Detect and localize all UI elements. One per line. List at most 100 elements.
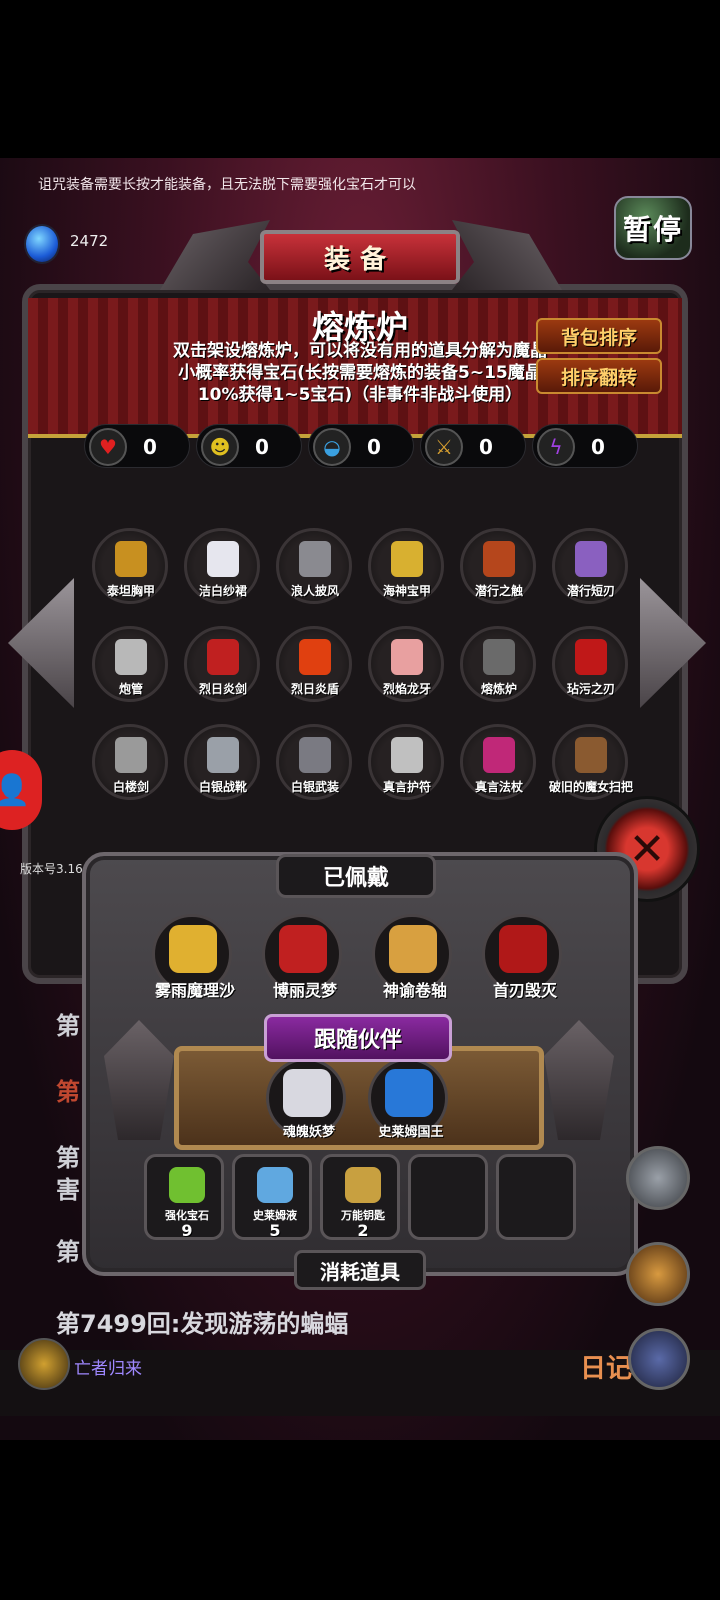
inventory-item[interactable]: 炮管 [92,626,168,702]
heart-icon: ♥ [89,428,127,466]
boots-icon [207,737,239,773]
pause-button[interactable]: 暂停 [614,196,692,260]
empty-slot[interactable] [496,1154,576,1240]
worn-slot[interactable]: 首刃毁灭 [482,914,562,1000]
background-log-fragment: 第 [56,1144,80,1172]
knight-helmet-button[interactable] [626,1146,690,1210]
item-name: 烈焰龙牙 [382,682,431,696]
fang-icon [391,639,423,675]
item-name: 泰坦胸甲 [106,584,155,598]
stat-strength: ☻ 0 [196,424,302,468]
companion-name: 魂魄妖梦 [282,1125,335,1140]
inventory-item[interactable]: 烈焰龙牙 [368,626,444,702]
reimu-icon [279,925,327,973]
user-icon: 👤 [0,772,31,808]
gold-vest-icon [391,541,423,577]
companion-slot[interactable]: 史莱姆国王 [368,1058,448,1140]
worn-slot[interactable]: 博丽灵梦 [262,914,342,1000]
item-name: 破旧的魔女扫把 [548,780,633,794]
inventory-item[interactable]: 真言护符 [368,724,444,800]
youmu-icon [283,1069,331,1117]
stat-defense: ◒ 0 [308,424,414,468]
pause-label: 暂停 [622,213,683,246]
worn-slot-name: 神谕卷轴 [382,981,447,1000]
returner-avatar[interactable] [18,1338,70,1390]
reverse-sort-button[interactable]: 排序翻转 [536,358,662,394]
inventory-item[interactable]: 白银战靴 [184,724,260,800]
consumable-slot[interactable]: 强化宝石 9 [144,1154,224,1240]
glove-icon [483,541,515,577]
scroll-icon [389,925,437,973]
katana-icon [115,737,147,773]
consumable-count: 2 [357,1221,369,1240]
inventory-item[interactable]: 玷污之刃 [552,626,628,702]
companion-slot[interactable]: 魂魄妖梦 [266,1058,346,1140]
game-screen: 诅咒装备需要长按才能装备，且无法脱下需要强化宝石才可以 2472 暂停 装备 熔… [0,158,720,1440]
companion-label: 跟随伙伴 [264,1014,452,1062]
stat-magic: ϟ 0 [532,424,638,468]
left-wing-ornament [160,220,270,290]
background-log-fragment: 第 [56,1078,80,1106]
item-detail-description: 双击架设熔炼炉，可以将没有用的道具分解为魔晶小概率获得宝石(长按需要熔炼的装备5… [173,341,547,405]
returner-label: 亡者归来 [74,1359,142,1379]
stat-value: 0 [143,435,157,459]
cloak-icon [299,541,331,577]
item-name: 潜行短刃 [566,584,615,598]
item-name: 浪人披风 [290,584,339,598]
knight-armor-icon [299,737,331,773]
key-icon [345,1167,381,1203]
amulet-icon [391,737,423,773]
tavern-mug-button[interactable] [626,1242,690,1306]
inventory-item[interactable]: 烈日炎剑 [184,626,260,702]
cannon-icon [115,639,147,675]
item-name: 白银战靴 [198,780,247,794]
empty-slot[interactable] [408,1154,488,1240]
dagger-icon [575,541,607,577]
sort-bag-button[interactable]: 背包排序 [536,318,662,354]
broom-icon [575,737,607,773]
inventory-item[interactable]: 白银武装 [276,724,352,800]
inventory-item[interactable]: 熔炼炉 [460,626,536,702]
item-name: 洁白纱裙 [198,584,247,598]
inventory-item[interactable]: 泰坦胸甲 [92,528,168,604]
event-log-line: 第7499回:发现游荡的蝙蝠 [56,1310,349,1338]
sword-icon: ⚔ [425,428,463,466]
profile-avatar-button[interactable]: 👤 [0,750,42,830]
lightning-icon: ϟ [537,428,575,466]
worn-slot[interactable]: 神谕卷轴 [372,914,452,1000]
potion-icon [257,1167,293,1203]
panel-title-banner: 装备 [260,230,460,284]
sun-shield-icon [299,639,331,675]
marisa-icon [169,925,217,973]
inventory-item[interactable]: 潜行之触 [460,528,536,604]
flame-sword-icon [207,639,239,675]
inventory-item[interactable]: 潜行短刃 [552,528,628,604]
item-name: 玷污之刃 [566,682,615,696]
blue-gem-icon [24,224,60,264]
diary-book-button[interactable] [628,1328,690,1390]
consumable-slot[interactable]: 史莱姆液 5 [232,1154,312,1240]
inventory-item[interactable]: 白楼剑 [92,724,168,800]
consumable-slot[interactable]: 万能钥匙 2 [320,1154,400,1240]
worn-slot[interactable]: 雾雨魔理沙 [152,914,235,1000]
inventory-item[interactable]: 洁白纱裙 [184,528,260,604]
helmet-icon: ◒ [313,428,351,466]
stats-bar: ♥ 0 ☻ 0 ◒ 0 ⚔ 0 ϟ 0 [84,424,664,468]
background-log-fragment: 第 [56,1012,80,1040]
item-name: 烈日炎盾 [290,682,339,696]
item-name: 真言护符 [382,780,431,794]
inventory-item[interactable]: 烈日炎盾 [276,626,352,702]
inventory-item[interactable]: 破旧的魔女扫把 [549,724,633,800]
inventory-item[interactable]: 真言法杖 [460,724,536,800]
white-dress-icon [207,541,239,577]
item-name: 海神宝甲 [382,584,431,598]
cauldron-icon [483,639,515,675]
gold-armor-icon [115,541,147,577]
inventory-item[interactable]: 海神宝甲 [368,528,444,604]
gem-count: 2472 [70,232,109,250]
stat-value: 0 [591,435,605,459]
stat-value: 0 [367,435,381,459]
consumable-count: 5 [269,1221,281,1240]
item-name: 炮管 [118,682,143,696]
inventory-item[interactable]: 浪人披风 [276,528,352,604]
